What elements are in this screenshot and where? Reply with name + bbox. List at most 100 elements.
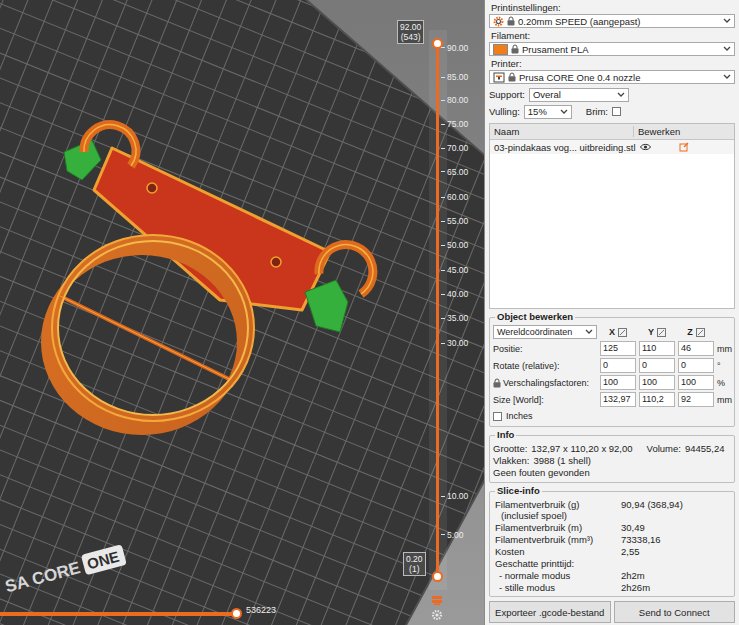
value-field[interactable]: 46 [678,341,714,356]
logo-badge: ONE [85,548,121,573]
field-value: 46 [681,343,691,353]
support-combo[interactable]: Overal [529,88,629,102]
brim-checkbox[interactable] [612,107,621,116]
sidebar: Printinstellingen:0.20mm SPEED (aangepas… [484,0,739,625]
model-preview[interactable]: SA COREONE [0,0,484,625]
send-to-connect-button[interactable]: Send to Connect [614,601,736,623]
info-status: Geen fouten gevonden [493,467,590,478]
slider-tick: 40.00 [441,289,468,299]
info-panel: InfoGrootte:132,97 x 110,20 x 92,00Volum… [489,435,735,483]
3d-viewport[interactable]: SA COREONE92.00(543)0.20(1)90.0085.0080.… [0,0,484,625]
value-field[interactable]: 125 [600,341,636,356]
slider-tick: 5.00 [441,530,464,540]
export-gcode-button[interactable]: Exporteer .gcode-bestand [489,601,611,623]
row-label: Size [World]: [493,395,544,405]
preset-label: Printer: [491,58,522,69]
stat-value: 73338,16 [621,534,661,545]
logo-text: SA CORE [3,558,82,596]
preset-combo[interactable]: Prusament PLA [489,42,735,56]
coordinates-combo[interactable]: Wereldcoördinaten [493,325,597,339]
infill-row: Vulling:15%Brim: [489,103,735,120]
time-label: - stille modus [499,582,555,593]
move-label: 536223 [246,605,276,615]
lower-thumb[interactable] [432,571,443,582]
value-field[interactable]: 110 [639,341,675,356]
field-value: 125 [603,343,618,353]
unit-label: ° [717,361,731,371]
axis-label: X [609,327,615,337]
button-label: Exporteer .gcode-bestand [495,607,604,618]
lock-icon [508,72,516,82]
bed-logo: SA COREONE [3,544,127,596]
group-title: Info [497,429,514,440]
value-field[interactable]: 100 [678,375,714,390]
field-value: 0 [681,360,686,370]
field-value: 0 [642,360,647,370]
info-label: Volume: [647,443,681,455]
stat-label: Filamentverbruik (m) [495,522,621,533]
value-field[interactable]: 92 [678,392,714,407]
field-value: 110,2 [642,394,664,404]
tick-label: 35.00 [447,313,468,323]
preset-value: Prusa CORE One 0.4 nozzle [519,72,640,83]
layer-range-fill [436,43,439,576]
move-thumb[interactable] [231,608,242,619]
infill-combo[interactable]: 15% [524,105,572,119]
lock-icon [511,44,519,54]
chevron-icon [560,109,568,115]
slider-tick: 75.00 [441,119,468,129]
slider-tick: 35.00 [441,313,468,323]
upper-thumb[interactable] [432,38,443,49]
upper-value-box: 92.00(543) [397,20,424,44]
field-value: 110 [642,343,656,353]
support-label: Support: [489,89,525,100]
stat-label: Filamentverbruik (mm³) [495,534,621,545]
field-label: Verschalingsfactoren: [493,378,597,388]
stat-label: Geschatte printtijd: [495,558,574,569]
tick-label: 60.00 [447,192,468,202]
tick-label: 10.00 [447,491,468,501]
printer-icon [493,72,505,83]
object-row[interactable]: 03-pindakaas vog... uitbreiding.stl [490,140,734,154]
field-label: Size [World]: [493,395,597,405]
stat-value: 30,49 [621,522,645,533]
preset-combo[interactable]: 0.20mm SPEED (aangepast) [489,14,735,28]
preset-value: 0.20mm SPEED (aangepast) [518,16,641,27]
info-value: 94455,24 [685,443,725,455]
value-field[interactable]: 0 [639,358,675,373]
value-field[interactable]: 0 [600,358,636,373]
value-field[interactable]: 132,97 [600,392,636,407]
support-row: Support: Overal [489,86,735,103]
tick-label: 55.00 [447,216,468,226]
tick-label: 45.00 [447,265,468,275]
preset-combo[interactable]: Prusa CORE One 0.4 nozzle [489,70,735,84]
unit-label: mm [717,344,731,354]
field-value: 0 [603,360,608,370]
layers-icon [431,594,443,606]
layer-slider[interactable]: 92.00(543)0.20(1)90.0085.0080.0075.0070.… [0,0,484,625]
axis-label: Y [648,327,654,337]
move-slider[interactable] [0,612,236,616]
value-field[interactable]: 0 [678,358,714,373]
group-title: Slice-info [497,485,540,496]
brim-label: Brim: [586,106,608,117]
button-label: Send to Connect [639,607,710,618]
slider-tick: 55.00 [441,216,468,226]
value-field[interactable]: 110,2 [639,392,675,407]
chevron-icon [723,74,731,80]
row-label: Rotate (relative): [493,361,560,371]
lower-height: 0.20 [406,554,423,564]
column-header: Naam [494,126,519,137]
value-field[interactable]: 100 [600,375,636,390]
value-field[interactable]: 100 [639,375,675,390]
slider-tick: 80.00 [441,95,468,105]
chevron-icon [723,18,731,24]
slider-tick: 30.00 [441,338,468,348]
info-label: Vlakken: [493,455,529,467]
inches-checkbox[interactable] [493,412,502,421]
preset-label: Filament: [491,30,530,41]
axis-icon [618,328,627,337]
gear-icon [493,16,504,27]
time-label: - normale modus [499,570,570,581]
eye-icon [640,143,651,151]
